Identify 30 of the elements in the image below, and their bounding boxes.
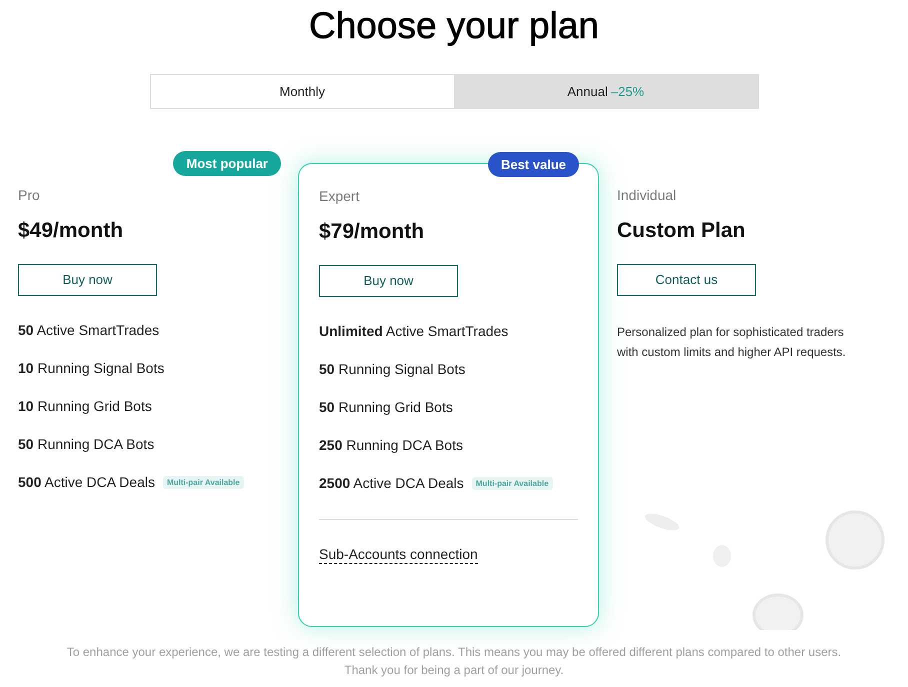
feature-text: 50 Running Signal Bots (319, 360, 466, 379)
feature-text: 50 Active SmartTrades (18, 320, 160, 340)
page-title: Choose your plan (308, 4, 600, 48)
footer-note: To enhance your experience, we are testing a different selection of plans. This means you may be offered different plans compared to other users. (66, 644, 842, 661)
footer-note: Thank you for being a part of our journey. (343, 662, 565, 679)
plan-name: Pro (18, 186, 40, 204)
buy-button[interactable]: Buy now (319, 265, 458, 297)
plan-price: $79/month (319, 219, 426, 245)
plan-name: Expert (319, 187, 360, 205)
billing-tab[interactable]: Annual –25% (454, 75, 758, 108)
plan-title: Custom Plan (617, 218, 746, 244)
plan-price: $49/month (18, 218, 124, 244)
plan-badge: Most popular (173, 151, 281, 176)
feature-text: 2500 Active DCA Deals (319, 474, 464, 492)
feature-text: 50 Running DCA Bots (18, 434, 154, 454)
feature-text: 250 Running DCA Bots (319, 436, 463, 455)
feature-text: 10 Running Signal Bots (18, 358, 164, 378)
plan-description: Personalized plan for sophisticated traders with custom limits and higher API requests. (617, 324, 847, 361)
plan-name: Individual (617, 186, 676, 204)
plan-badge: Best value (488, 152, 579, 177)
discount-label: –25% (610, 84, 644, 99)
buy-button[interactable]: Buy now (18, 264, 157, 296)
feature-text: 50 Running Grid Bots (319, 398, 453, 417)
feature-text: 10 Running Grid Bots (18, 396, 152, 416)
sub-accounts-link[interactable]: Sub-Accounts connection (319, 546, 478, 564)
feature-tag: Multi-pair Available (162, 476, 244, 488)
feature-text: Unlimited Active SmartTrades (319, 322, 508, 340)
feature-text: 500 Active DCA Deals (18, 472, 155, 492)
feature-tag: Multi-pair Available (472, 476, 553, 490)
contact-button[interactable]: Contact us (617, 264, 756, 296)
